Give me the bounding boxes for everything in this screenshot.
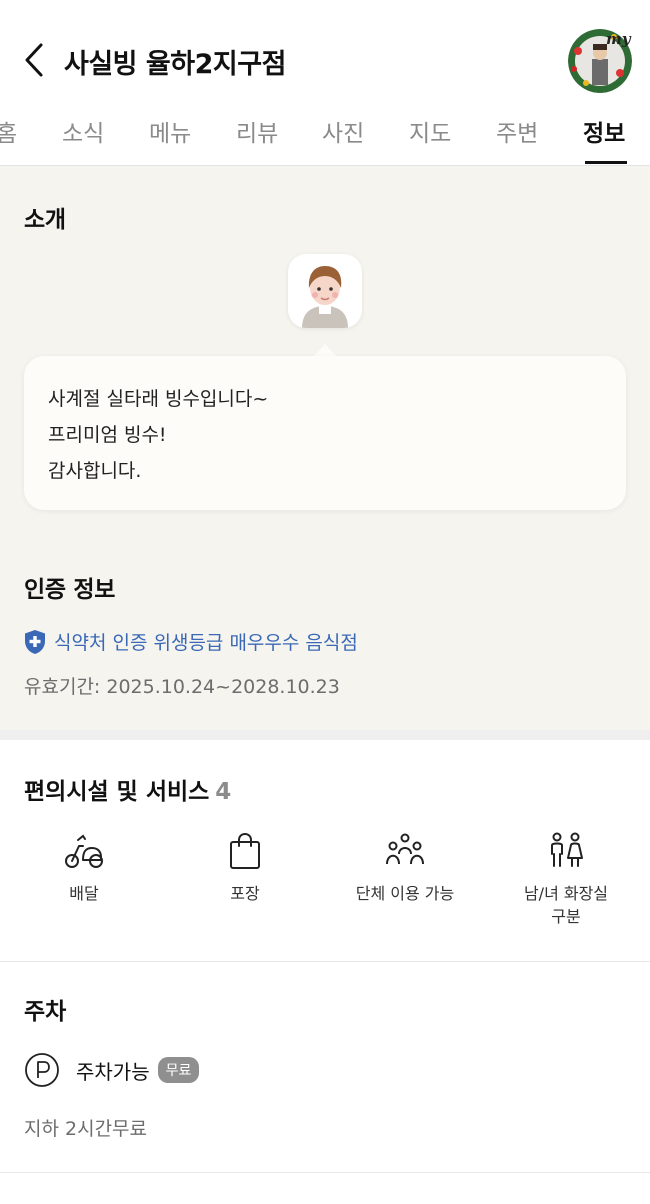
- chevron-left-icon: [25, 43, 43, 77]
- certification-title: 인증 정보: [24, 577, 116, 603]
- restroom-icon: [551, 832, 583, 867]
- certification-link[interactable]: 식약처 인증 위생등급 매우우수 음식점: [24, 628, 358, 655]
- active-tab-indicator: [585, 161, 627, 164]
- parking-label: 주차가능: [76, 1059, 150, 1084]
- facility-restroom: 남/녀 화장실구분: [486, 830, 646, 928]
- tab-map[interactable]: 지도: [409, 114, 451, 148]
- facilities-count: 4: [215, 779, 232, 805]
- parking-title: 주차: [24, 999, 67, 1025]
- group-icon: [386, 833, 424, 865]
- intro-line: 감사합니다.: [48, 460, 142, 482]
- facilities-title: 편의시설 및 서비스 4: [24, 772, 231, 806]
- free-badge: 무료: [157, 1057, 200, 1083]
- divider: [0, 961, 650, 962]
- certification-validity: 유효기간: 2025.10.24~2028.10.23: [24, 676, 340, 698]
- facility-label: 남/녀 화장실구분: [486, 882, 646, 928]
- parking-description: 지하 2시간무료: [24, 1118, 148, 1140]
- facility-label-line: 남/녀 화장실: [523, 884, 609, 903]
- certification-label: 식약처 인증 위생등급 매우우수 음식점: [54, 632, 358, 654]
- app-header: 사실빙 율하2지구점 my: [0, 0, 650, 118]
- tab-photos[interactable]: 사진: [322, 114, 364, 148]
- intro-line: 사계절 실타래 빙수입니다~: [48, 388, 269, 410]
- section-separator: [0, 730, 650, 740]
- facilities-title-text: 편의시설 및 서비스: [24, 779, 210, 805]
- facility-group: 단체 이용 가능: [325, 830, 485, 905]
- scooter-icon: [65, 834, 103, 868]
- facility-label: 포장: [230, 884, 260, 903]
- avatar-badge: my: [606, 30, 631, 48]
- tab-info[interactable]: 정보: [583, 114, 625, 148]
- shield-plus-icon: [25, 629, 45, 654]
- tab-home[interactable]: 홈: [0, 114, 17, 148]
- shopping-bag-icon: [230, 832, 260, 869]
- intro-bubble: 사계절 실타래 빙수입니다~ 프리미엄 빙수! 감사합니다.: [24, 356, 626, 510]
- page-title: 사실빙 율하2지구점: [64, 49, 286, 80]
- owner-avatar: [288, 254, 362, 328]
- parking-icon: [25, 1053, 59, 1087]
- back-button[interactable]: [14, 40, 54, 80]
- tab-news[interactable]: 소식: [62, 114, 104, 148]
- tab-nearby[interactable]: 주변: [496, 114, 538, 148]
- parking-row: 주차가능 무료: [24, 1052, 200, 1088]
- divider: [0, 1172, 650, 1173]
- facility-label: 배달: [69, 884, 99, 903]
- intro-title: 소개: [24, 207, 66, 233]
- facility-label-line: 구분: [551, 907, 581, 926]
- owner-character-icon: [302, 266, 348, 328]
- tab-bar: 홈 소식 메뉴 리뷰 사진 지도 주변 정보: [0, 106, 650, 166]
- facility-takeout: 포장: [165, 830, 325, 905]
- facility-label: 단체 이용 가능: [355, 884, 455, 903]
- tab-menu[interactable]: 메뉴: [149, 114, 191, 148]
- intro-line: 프리미엄 빙수!: [48, 424, 167, 446]
- intro-section: 소개 사계절 실타래 빙수입니다~ 프리미엄 빙수! 감사합니다. 인증 정보 …: [0, 166, 650, 730]
- tab-reviews[interactable]: 리뷰: [236, 114, 278, 148]
- facility-delivery: 배달: [4, 830, 164, 905]
